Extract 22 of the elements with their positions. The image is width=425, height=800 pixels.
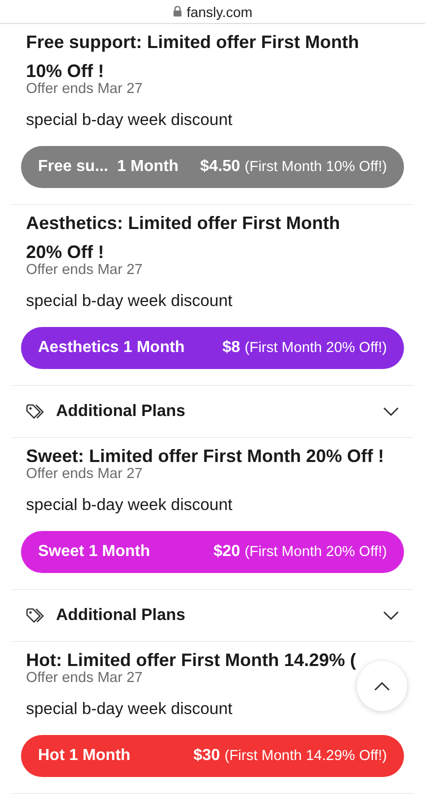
offer-description: special b-day week discount: [26, 495, 232, 515]
subscribe-button[interactable]: Aesthetics 1 Month $8 (First Month 20% Off!): [21, 327, 404, 369]
subscribe-button[interactable]: Hot 1 Month $30 (First Month 14.29% Off!): [21, 735, 404, 777]
lock-icon: [172, 6, 182, 17]
offer-description: special b-day week discount: [26, 291, 232, 311]
offer-title: Free support: Limited offer First Month 10% Off !: [26, 31, 359, 82]
url-text[interactable]: fansly.com: [186, 4, 252, 20]
tag-icon: [26, 404, 46, 420]
offer-description: special b-day week discount: [26, 110, 232, 130]
offer-title: Sweet: Limited offer First Month 20% Off !: [26, 445, 384, 468]
offer-title: Hot: Limited offer First Month 14.29% (: [26, 649, 356, 672]
tag-icon: [26, 608, 46, 624]
offer-description: special b-day week discount: [26, 699, 232, 719]
offer-title: Aesthetics: Limited offer First Month 20% Off !: [26, 212, 340, 264]
chevron-up-icon: [374, 681, 390, 691]
subscribe-button[interactable]: Free su... 1 Month $4.50 (First Month 10% Off!): [21, 146, 404, 188]
offer-end-date: Offer ends Mar 27: [26, 261, 143, 279]
subscribe-button[interactable]: Sweet 1 Month $20 (First Month 20% Off!): [21, 531, 404, 573]
offer-end-date: Offer ends Mar 27: [26, 80, 143, 98]
scroll-top-button[interactable]: [357, 661, 407, 711]
offer-end-date: Offer ends Mar 27: [26, 669, 143, 687]
offer-end-date: Offer ends Mar 27: [26, 465, 143, 483]
